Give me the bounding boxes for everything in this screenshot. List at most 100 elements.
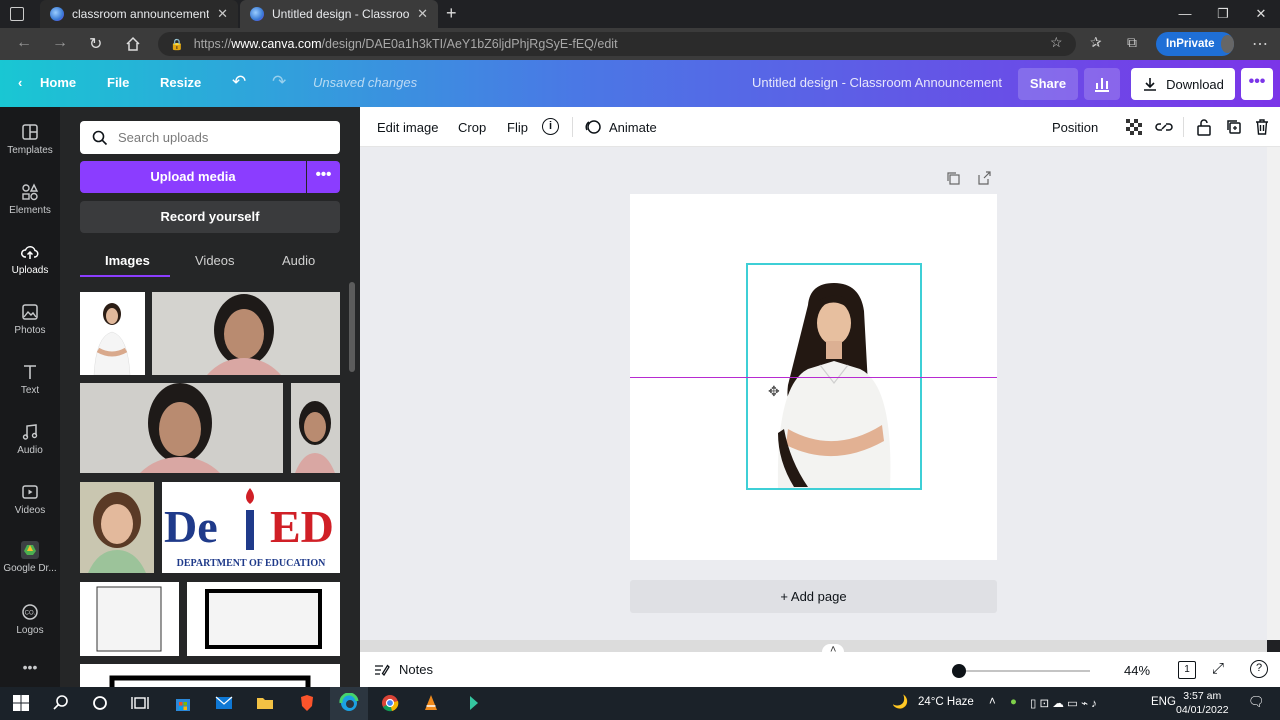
cortana-icon[interactable] <box>90 693 110 713</box>
chrome-icon[interactable] <box>380 693 400 713</box>
new-tab-icon[interactable]: + <box>446 3 457 24</box>
transparency-icon[interactable] <box>1126 119 1142 135</box>
edit-image-button[interactable]: Edit image <box>377 120 438 135</box>
crop-button[interactable]: Crop <box>458 120 486 135</box>
weather-status[interactable]: 24°C Haze <box>918 696 974 708</box>
back-chevron-icon[interactable]: ‹ <box>18 75 22 90</box>
more-options-button[interactable]: ••• <box>1241 68 1273 100</box>
rail-item-logos[interactable]: CO. Logos <box>0 603 60 636</box>
input-language[interactable]: ENG <box>1151 696 1176 708</box>
panel-scrollbar[interactable] <box>349 282 355 372</box>
help-button[interactable]: ? <box>1250 660 1268 678</box>
redo-icon[interactable]: ↷ <box>272 72 286 92</box>
link-icon[interactable] <box>1155 119 1173 135</box>
canvas-vertical-scrollbar[interactable] <box>1267 147 1280 640</box>
upload-thumbnail[interactable]: De ED DEPARTMENT OF EDUCATION <box>162 482 340 573</box>
upload-thumbnail[interactable] <box>152 292 340 375</box>
upload-thumbnail[interactable] <box>80 383 283 473</box>
browser-menu-icon[interactable]: ⋯ <box>1252 34 1268 54</box>
browser-tab-classroom-announcement[interactable]: classroom announcement ✕ <box>40 0 238 28</box>
file-menu[interactable]: File <box>107 75 129 90</box>
rail-item-uploads[interactable]: Uploads <box>0 243 60 276</box>
close-window-icon[interactable]: ✕ <box>1242 0 1280 28</box>
add-page-button[interactable]: + Add page <box>630 580 997 613</box>
lock-icon[interactable] <box>1196 118 1212 136</box>
duplicate-page-icon[interactable] <box>946 171 960 185</box>
design-title[interactable]: Untitled design - Classroom Announcement <box>752 75 1002 90</box>
refresh-icon[interactable]: ↻ <box>89 34 102 54</box>
zoom-slider-handle[interactable] <box>951 664 966 678</box>
url-field[interactable]: 🔒 https:// www.canva.com /design/DAE0a1h… <box>158 32 1076 56</box>
mail-icon[interactable] <box>214 693 234 713</box>
favorites-icon[interactable]: ✰ <box>1090 34 1102 51</box>
windows-start-icon[interactable] <box>11 693 31 713</box>
canvas-horizontal-scrollbar[interactable] <box>360 640 1267 652</box>
page-count-button[interactable]: 1 <box>1178 661 1196 679</box>
weather-icon[interactable]: 🌙 <box>892 694 908 710</box>
position-button[interactable]: Position <box>1052 120 1098 135</box>
home-icon[interactable] <box>125 36 141 52</box>
rail-item-videos[interactable]: Videos <box>0 483 60 516</box>
tab-images[interactable]: Images <box>105 253 150 268</box>
browser-tab-untitled-design[interactable]: Untitled design - Classroom Ann ✕ <box>240 0 438 28</box>
notifications-icon[interactable]: 🗨 <box>1248 694 1265 710</box>
duplicate-icon[interactable] <box>1225 118 1242 135</box>
upload-media-button[interactable]: Upload media <box>80 161 306 193</box>
rail-item-audio[interactable]: Audio <box>0 423 60 456</box>
rail-more-icon[interactable]: ••• <box>0 659 60 675</box>
rail-item-google-drive[interactable]: Google Dr... <box>0 541 60 574</box>
rail-item-templates[interactable]: Templates <box>0 123 60 156</box>
trash-icon[interactable] <box>1254 118 1270 135</box>
insights-button[interactable] <box>1084 68 1120 100</box>
task-view-icon[interactable] <box>130 693 150 713</box>
animate-icon[interactable] <box>584 118 602 136</box>
minimize-icon[interactable]: — <box>1166 0 1204 28</box>
upload-thumbnail[interactable] <box>80 582 179 656</box>
search-icon[interactable] <box>51 693 71 713</box>
close-tab-icon[interactable]: ✕ <box>417 6 428 22</box>
upload-thumbnail[interactable] <box>80 664 340 687</box>
animate-button[interactable]: Animate <box>609 120 657 135</box>
upload-thumbnail[interactable] <box>80 292 145 375</box>
tab-actions-icon[interactable] <box>10 7 24 21</box>
store-icon[interactable] <box>173 693 193 713</box>
brave-browser-icon[interactable] <box>297 693 317 713</box>
collections-icon[interactable]: ⧉ <box>1127 34 1137 51</box>
file-explorer-icon[interactable] <box>255 693 275 713</box>
upload-thumbnail[interactable] <box>291 383 340 473</box>
vlc-icon[interactable] <box>421 693 441 713</box>
system-clock[interactable]: 3:57 am 04/01/2022 <box>1176 689 1229 717</box>
add-page-icon[interactable] <box>977 171 991 185</box>
edge-taskbar-active[interactable] <box>330 687 368 720</box>
close-tab-icon[interactable]: ✕ <box>217 6 228 22</box>
rail-item-photos[interactable]: Photos <box>0 303 60 336</box>
back-icon[interactable]: ← <box>16 34 32 52</box>
search-box[interactable] <box>80 121 340 154</box>
favorite-star-icon[interactable]: ☆ <box>1050 34 1063 51</box>
maximize-icon[interactable]: ❐ <box>1204 0 1242 28</box>
forward-icon[interactable]: → <box>52 34 68 52</box>
undo-icon[interactable]: ↶ <box>232 72 246 92</box>
upload-thumbnail[interactable] <box>187 582 340 656</box>
info-icon[interactable]: i <box>542 118 559 135</box>
share-button[interactable]: Share <box>1018 68 1078 100</box>
tray-icons[interactable]: ▯ ⊡ ☁ ▭ ⌁ ♪ <box>1030 696 1097 710</box>
search-input[interactable] <box>118 130 328 145</box>
rail-item-elements[interactable]: Elements <box>0 183 60 216</box>
notes-button[interactable]: Notes <box>374 662 433 677</box>
tab-audio[interactable]: Audio <box>282 253 315 268</box>
resize-button[interactable]: Resize <box>160 75 201 90</box>
design-page[interactable]: ✥ <box>630 194 997 560</box>
upload-thumbnail[interactable] <box>80 482 154 573</box>
expand-pages-icon[interactable]: ˄ <box>822 644 845 656</box>
show-hidden-icons[interactable]: ˄ <box>989 696 996 708</box>
zoom-level[interactable]: 44% <box>1124 663 1150 678</box>
tab-videos[interactable]: Videos <box>195 253 235 268</box>
home-link[interactable]: Home <box>40 75 76 90</box>
record-yourself-button[interactable]: Record yourself <box>80 201 340 233</box>
download-button[interactable]: Download <box>1131 68 1235 100</box>
app-tray-icon[interactable]: ● <box>1010 696 1017 708</box>
fullscreen-icon[interactable]: ⤢ <box>1212 660 1224 677</box>
inprivate-badge[interactable]: InPrivate <box>1156 32 1234 56</box>
flip-button[interactable]: Flip <box>507 120 528 135</box>
